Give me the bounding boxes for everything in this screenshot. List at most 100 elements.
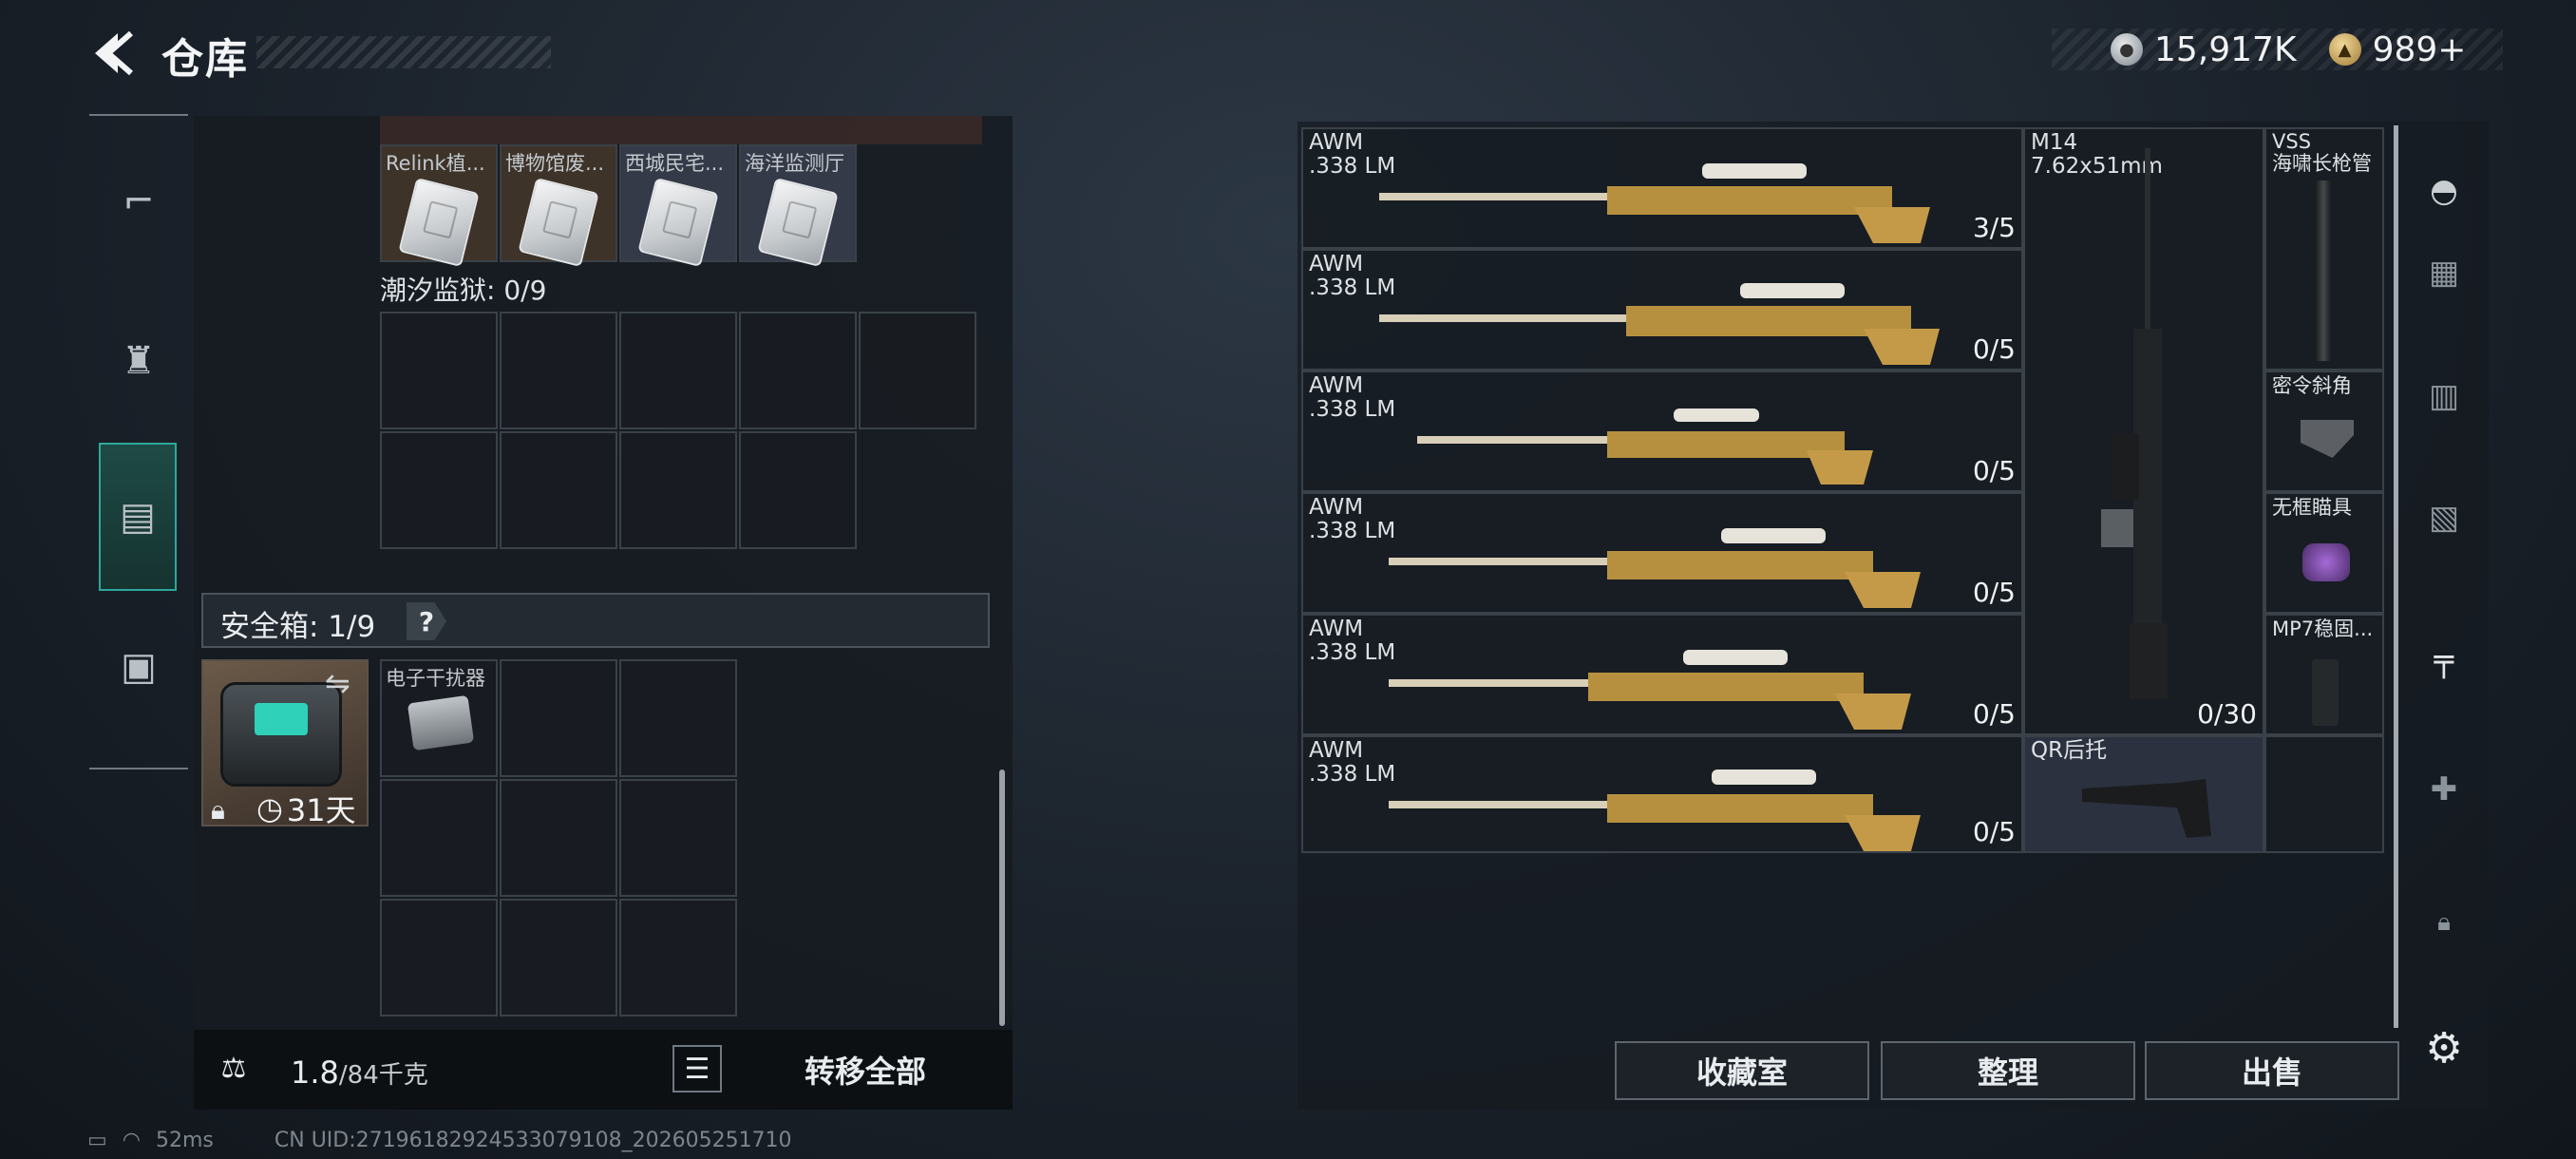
empty-slot[interactable] xyxy=(619,312,737,429)
m14-slot[interactable]: M14 7.62x51mm 0/30 xyxy=(2023,127,2264,735)
empty-slot[interactable] xyxy=(859,312,976,429)
lock-icon: 🔒︎ xyxy=(211,794,225,826)
angled-grip-slot[interactable]: 密令斜角 xyxy=(2264,370,2384,492)
sniper-rifle-icon xyxy=(1389,528,1921,608)
key-card-slot[interactable]: 海洋监测厅 xyxy=(739,144,857,268)
weapon-slot[interactable]: AWM .338 LM 0/5 xyxy=(1301,614,2023,735)
status-bar: ▭ ◠ 52ms CN UID:27196182924533079108_202… xyxy=(87,1129,792,1152)
weight-icon: ⚖ xyxy=(220,1051,247,1085)
transfer-all-button[interactable]: 转移全部 xyxy=(731,1039,999,1100)
key-card-slot[interactable]: 西城民宅... xyxy=(619,144,737,268)
empty-slot[interactable] xyxy=(619,431,737,549)
left-scrollbar[interactable] xyxy=(999,770,1005,1026)
jammer-slot[interactable]: 电子干扰器 xyxy=(380,659,498,777)
back-arrow-icon xyxy=(95,30,133,76)
item-name: 密令斜角 xyxy=(2272,374,2352,397)
nav-rig[interactable]: ▧ xyxy=(2415,488,2473,547)
item-name: VSS 海啸长枪管 xyxy=(2272,130,2372,175)
settings-button[interactable]: ⚙ xyxy=(2415,1018,2473,1077)
m14-rifle-icon xyxy=(2101,148,2168,699)
empty-slot[interactable] xyxy=(739,431,857,549)
weapon-slot[interactable]: AWM .338 LM 0/5 xyxy=(1301,370,2023,492)
collection-room-button[interactable]: 收藏室 xyxy=(1615,1041,1869,1100)
lock-icon: 🔒︎ xyxy=(2437,907,2451,937)
days-value: 31天 xyxy=(286,792,356,828)
qr-stock-slot[interactable]: QR后托 xyxy=(2023,735,2264,853)
nav-gear[interactable]: ♜ xyxy=(101,323,177,399)
empty-slot[interactable] xyxy=(2264,735,2384,853)
clock-icon: ◷ xyxy=(256,790,283,826)
nav-armor[interactable]: ▦ xyxy=(2415,243,2473,302)
empty-slot[interactable] xyxy=(619,659,737,777)
silver-currency-value: 15,917K xyxy=(2154,29,2297,69)
sell-button[interactable]: 出售 xyxy=(2145,1041,2399,1100)
swap-icon[interactable]: ⇋ xyxy=(325,665,350,701)
weapon-count: 0/30 xyxy=(2197,698,2257,730)
weapon-slot[interactable]: AWM .338 LM 3/5 xyxy=(1301,127,2023,249)
weapon-count: 0/5 xyxy=(1972,577,2016,608)
toolbox-icon: ▣ xyxy=(121,645,157,689)
nav-safe-case[interactable]: ▤ xyxy=(99,443,177,591)
nav-backpack[interactable]: ▥ xyxy=(2415,367,2473,426)
vss-barrel-slot[interactable]: VSS 海啸长枪管 xyxy=(2264,127,2384,370)
weapon-count: 0/5 xyxy=(1972,698,2016,730)
empty-slot[interactable] xyxy=(500,431,617,549)
mp7-grip-slot[interactable]: MP7稳固... xyxy=(2264,614,2384,735)
empty-slot[interactable] xyxy=(739,312,857,429)
empty-slot[interactable] xyxy=(500,899,617,1016)
ping-value: 52ms xyxy=(156,1129,214,1152)
item-name: QR后托 xyxy=(2031,738,2108,763)
stock-icon xyxy=(2082,779,2211,838)
list-view-button[interactable]: ☰ xyxy=(672,1045,722,1092)
empty-slot[interactable] xyxy=(619,779,737,897)
nav-toolbox[interactable]: ▣ xyxy=(101,629,177,705)
currency-bar: ● 15,917K ▲ 989+ xyxy=(2052,28,2503,70)
key-card-label: 海洋监测厅 xyxy=(745,152,844,175)
key-card-icon xyxy=(757,177,839,268)
empty-slot[interactable] xyxy=(380,312,498,429)
pistol-icon: ⌐ xyxy=(123,180,155,223)
back-button[interactable] xyxy=(87,27,135,80)
key-card-icon xyxy=(398,177,480,268)
tidal-prison-label: 潮汐监狱: 0/9 xyxy=(380,275,547,306)
expiry-days: ◷ 31天 xyxy=(256,787,356,830)
nav-weapons[interactable]: ⌐ xyxy=(101,163,177,239)
weapon-count: 0/5 xyxy=(1972,816,2016,847)
grip-icon xyxy=(2312,659,2339,726)
empty-slot[interactable] xyxy=(380,899,498,1016)
weapon-slot[interactable]: AWM .338 LM 0/5 xyxy=(1301,735,2023,853)
key-card-slot[interactable]: 博物馆废... xyxy=(500,144,617,268)
wifi-icon: ◠ xyxy=(122,1129,141,1152)
weapon-slot[interactable]: AWM .338 LM 0/5 xyxy=(1301,249,2023,370)
sniper-rifle-icon xyxy=(1379,163,1930,243)
nav-attachments[interactable]: ╤ xyxy=(2415,631,2473,690)
empty-slot[interactable] xyxy=(380,431,498,549)
item-name: MP7稳固... xyxy=(2272,618,2374,640)
armor-bag-icon: ♜ xyxy=(122,339,156,383)
settings-icon: ⚙ xyxy=(2425,1023,2463,1073)
item-name: 无框瞄具 xyxy=(2272,496,2352,519)
empty-slot[interactable] xyxy=(619,899,737,1016)
weight-current: 1.8 xyxy=(291,1054,339,1091)
empty-slot[interactable] xyxy=(380,779,498,897)
rig-iv-icon: ▧ xyxy=(2428,499,2460,537)
weapon-count: 0/5 xyxy=(1972,455,2016,486)
page-title: 仓库 xyxy=(161,35,249,84)
helmet-icon: ◓ xyxy=(2430,172,2458,210)
empty-slot[interactable] xyxy=(500,659,617,777)
sight-slot[interactable]: 无框瞄具 xyxy=(2264,492,2384,614)
empty-slot[interactable] xyxy=(500,779,617,897)
organize-button[interactable]: 整理 xyxy=(1881,1041,2135,1100)
nav-medkit[interactable]: ✚ xyxy=(2415,760,2473,819)
weapon-slot[interactable]: AWM .338 LM 0/5 xyxy=(1301,492,2023,614)
key-card-slot[interactable]: Relink植... xyxy=(380,144,498,268)
nav-helmet[interactable]: ◓ xyxy=(2415,162,2473,220)
sniper-rifle-icon xyxy=(1417,408,1873,484)
right-scrollbar[interactable] xyxy=(2394,125,2398,1028)
safe-case-icon: ▤ xyxy=(120,495,156,539)
silver-coin-icon: ● xyxy=(2111,33,2143,66)
right-equipment-nav: ◓ ▦ ▥ ▧ ╤ ✚ 🔒︎ ⚙ xyxy=(2403,114,2479,1108)
nav-locked[interactable]: 🔒︎ xyxy=(2415,893,2473,952)
uid-text: CN UID:27196182924533079108_202605251710 xyxy=(274,1129,792,1152)
empty-slot[interactable] xyxy=(500,312,617,429)
